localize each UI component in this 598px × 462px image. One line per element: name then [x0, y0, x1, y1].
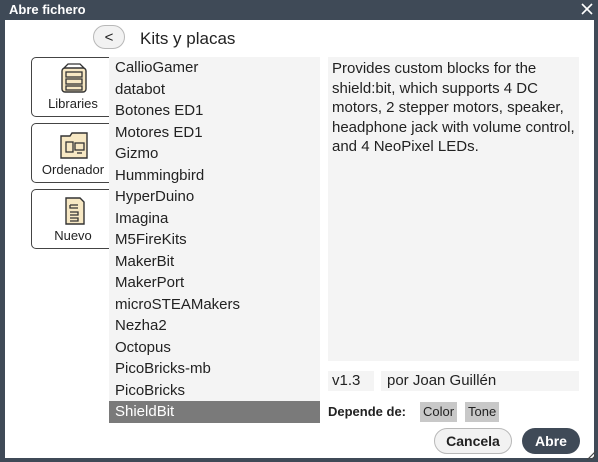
section-title: Kits y placas: [140, 29, 236, 48]
sidebar-item-libraries[interactable]: Libraries: [31, 57, 115, 117]
sidebar-item-computer[interactable]: Ordenador: [31, 123, 115, 183]
list-item[interactable]: Nezha2: [109, 315, 320, 337]
sidebar-item-label: Ordenador: [41, 162, 105, 177]
list-item[interactable]: Gizmo: [109, 143, 320, 165]
sidebar-item-label: Libraries: [48, 96, 98, 111]
kit-description: Provides custom blocks for the shield:bi…: [328, 57, 579, 361]
list-item[interactable]: Octopus: [109, 337, 320, 359]
list-item[interactable]: Hummingbird: [109, 165, 320, 187]
cancel-button[interactable]: Cancela: [434, 428, 512, 454]
kit-list[interactable]: CallioGamer databot Botones ED1 Motores …: [109, 57, 320, 423]
dependency-chip[interactable]: Color: [420, 402, 458, 422]
folder-computer-icon: [60, 132, 88, 159]
list-item[interactable]: microSTEAMakers: [109, 294, 320, 316]
resize-grip-icon[interactable]: [585, 449, 597, 461]
new-project-icon: [65, 197, 85, 225]
open-button[interactable]: Abre: [522, 428, 580, 454]
sidebar-item-label: Nuevo: [54, 228, 92, 243]
dependency-chip[interactable]: Tone: [465, 402, 500, 422]
list-item[interactable]: MakerPort: [109, 272, 320, 294]
list-item[interactable]: MakerBit: [109, 251, 320, 273]
list-item[interactable]: HyperDuino: [109, 186, 320, 208]
list-item[interactable]: Botones ED1: [109, 100, 320, 122]
sidebar-item-new[interactable]: Nuevo: [31, 189, 115, 249]
list-item[interactable]: PicoBricks-mb: [109, 358, 320, 380]
list-item[interactable]: M5FireKits: [109, 229, 320, 251]
close-icon[interactable]: [579, 1, 595, 17]
depends-label: Depende de:: [328, 404, 407, 419]
kit-version: v1.3: [328, 371, 374, 391]
back-button[interactable]: <: [93, 25, 125, 49]
books-icon: [61, 63, 87, 93]
list-item[interactable]: Imagina: [109, 208, 320, 230]
list-item[interactable]: Motores ED1: [109, 122, 320, 144]
list-item[interactable]: databot: [109, 79, 320, 101]
list-item[interactable]: CallioGamer: [109, 57, 320, 79]
list-item[interactable]: PicoBricks: [109, 380, 320, 402]
kit-author: por Joan Guillén: [381, 371, 579, 391]
title-bar: Abre fichero: [0, 0, 598, 20]
window-title: Abre fichero: [9, 2, 86, 17]
list-item-selected[interactable]: ShieldBit: [109, 401, 320, 423]
